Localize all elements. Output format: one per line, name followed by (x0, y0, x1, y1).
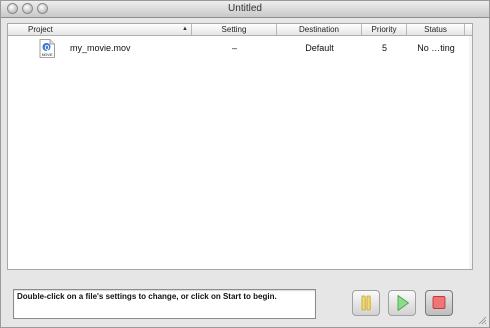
pause-button[interactable] (352, 290, 380, 316)
vertical-scrollbar[interactable] (469, 36, 472, 269)
stop-button[interactable] (425, 290, 453, 316)
table-row[interactable]: Q MOVIE my_movie.mov – Default 5 No …tin… (8, 36, 472, 60)
sort-ascending-icon: ▲ (182, 26, 188, 32)
cell-setting[interactable]: – (192, 36, 277, 60)
column-header-label: Priority (371, 25, 397, 34)
table-header: Project ▲ Setting Destination Priority S… (8, 24, 472, 36)
title-bar[interactable]: Untitled (1, 1, 489, 18)
column-header-status[interactable]: Status (407, 24, 465, 35)
file-type-label: MOVIE (42, 53, 54, 57)
column-header-project[interactable]: Project ▲ (8, 24, 192, 35)
resize-grip-icon[interactable] (477, 315, 487, 325)
column-header-label: Setting (221, 25, 247, 34)
status-message: Double-click on a file's settings to cha… (17, 292, 277, 301)
cell-status: No …ting (417, 43, 455, 53)
column-header-setting[interactable]: Setting (192, 24, 277, 35)
column-header-label: Project (28, 25, 53, 34)
app-window: Untitled Project ▲ Setting Destination P… (0, 0, 490, 328)
svg-text:Q: Q (45, 45, 50, 51)
cell-project: my_movie.mov (70, 43, 131, 53)
column-header-label: Destination (298, 25, 340, 34)
start-button[interactable] (388, 290, 416, 316)
play-icon (397, 295, 409, 311)
column-header-spacer (465, 24, 472, 35)
movie-file-icon: Q MOVIE (39, 39, 55, 58)
batch-table[interactable]: Project ▲ Setting Destination Priority S… (7, 23, 473, 270)
cell-destination[interactable]: Default (277, 36, 362, 60)
stop-icon (432, 296, 446, 309)
window-title: Untitled (228, 3, 262, 14)
column-header-destination[interactable]: Destination (277, 24, 362, 35)
cell-priority[interactable]: 5 (362, 36, 407, 60)
column-header-label: Status (424, 25, 447, 34)
pause-icon (361, 295, 371, 311)
column-header-priority[interactable]: Priority (362, 24, 407, 35)
status-message-box: Double-click on a file's settings to cha… (13, 289, 316, 319)
